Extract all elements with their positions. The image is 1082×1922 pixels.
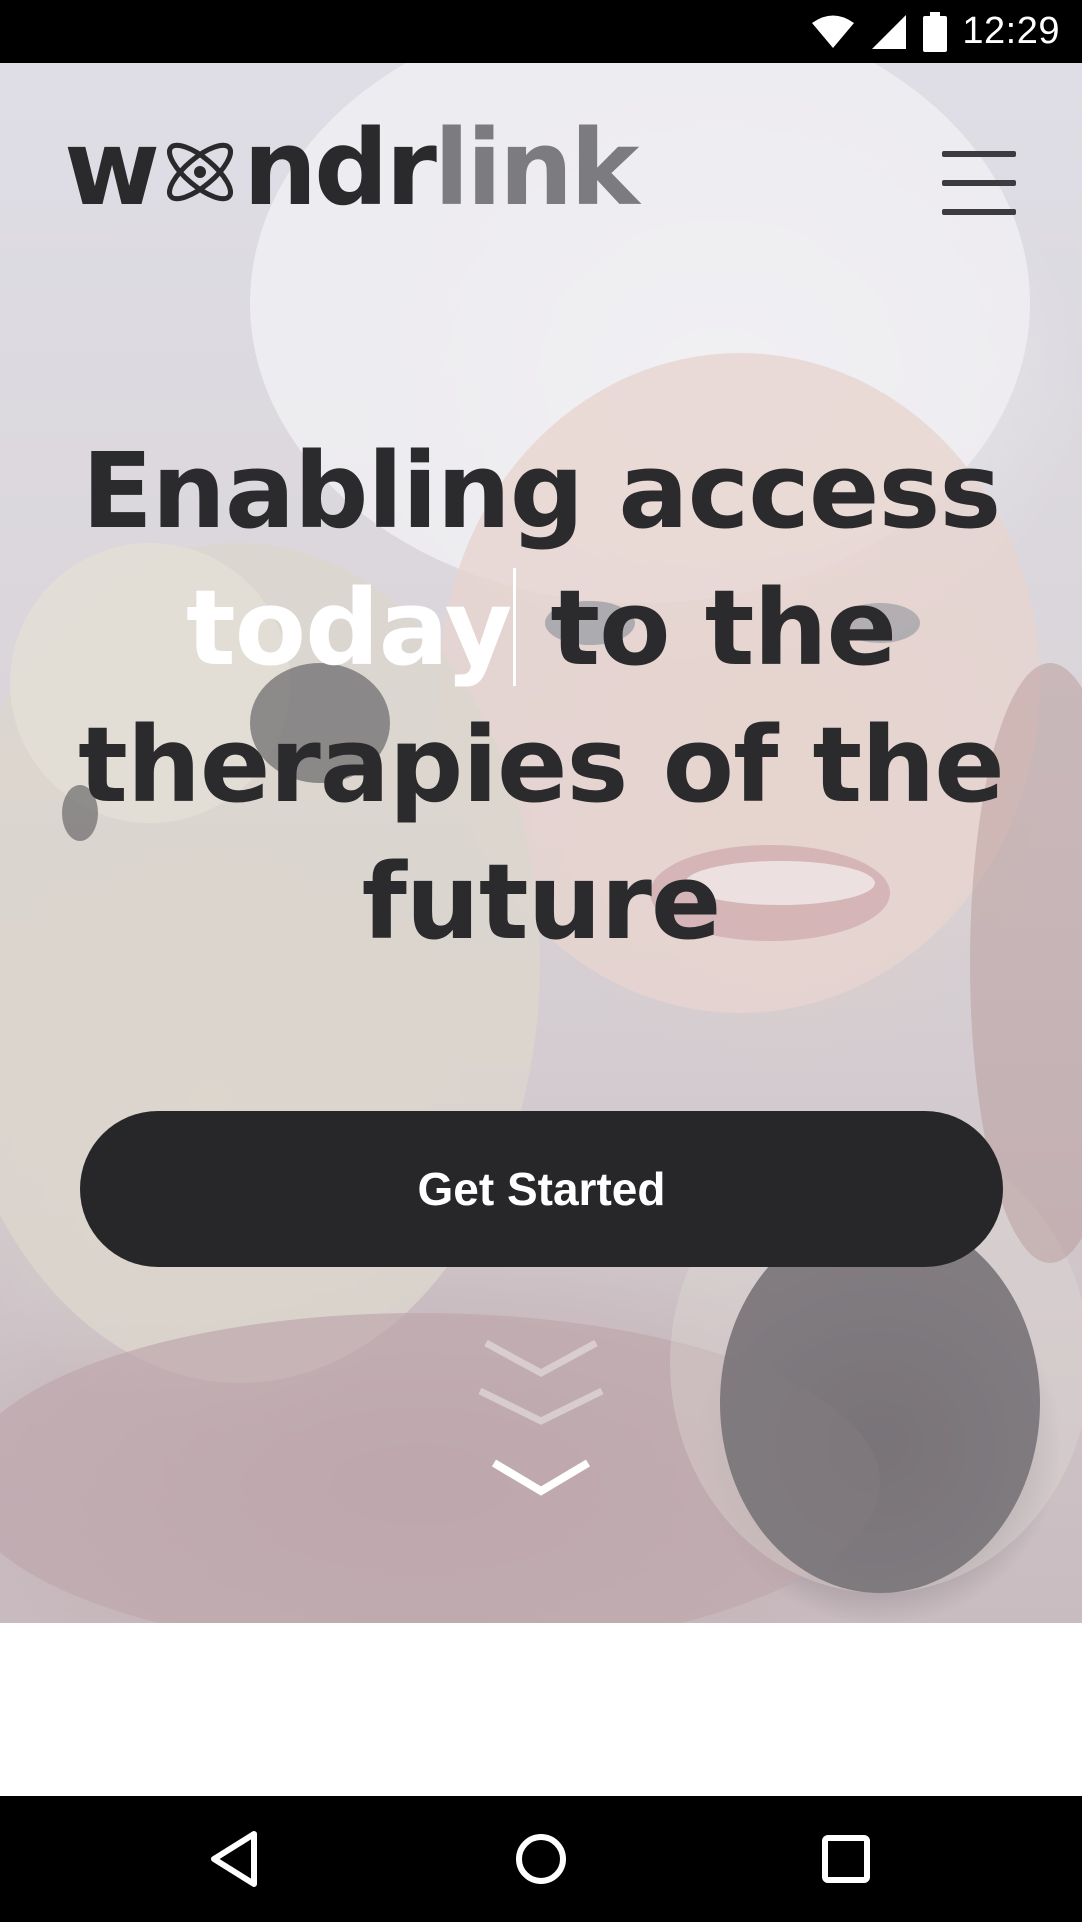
back-icon[interactable] [200,1824,270,1894]
get-started-button[interactable]: Get Started [80,1111,1003,1267]
system-navigation-bar [0,1796,1082,1922]
status-bar: 12:29 [0,0,1082,63]
atom-logo-icon [167,142,234,202]
typing-caret [513,568,517,686]
cell-signal-icon [872,14,907,49]
wondrlink-logo[interactable]: w ndr link [64,107,639,229]
logo-text-light: link [433,107,639,229]
headline-rotating-word: today [185,567,512,689]
app-screen: 12:29 w ndr link Enabling access today t… [0,0,1082,1922]
hero-headline: Enabling access today to the therapies of… [40,423,1042,971]
logo-text-dark: ndr [243,107,437,229]
hero-section: w ndr link Enabling access today to the t… [0,63,1082,1623]
recents-icon[interactable] [811,1824,881,1894]
logo-text-start: w [64,107,160,229]
hamburger-menu-icon[interactable] [940,151,1018,217]
status-time: 12:29 [962,10,1060,52]
status-icons: 12:29 [810,0,1060,63]
menu-line [942,151,1016,157]
menu-line [942,180,1016,186]
battery-icon [923,11,948,52]
chevron-down-icon[interactable] [470,1325,612,1515]
menu-line [942,209,1016,215]
wifi-icon [812,15,855,48]
content-section [0,1623,1082,1796]
headline-text-start: Enabling access [81,430,1002,552]
home-icon[interactable] [506,1824,576,1894]
